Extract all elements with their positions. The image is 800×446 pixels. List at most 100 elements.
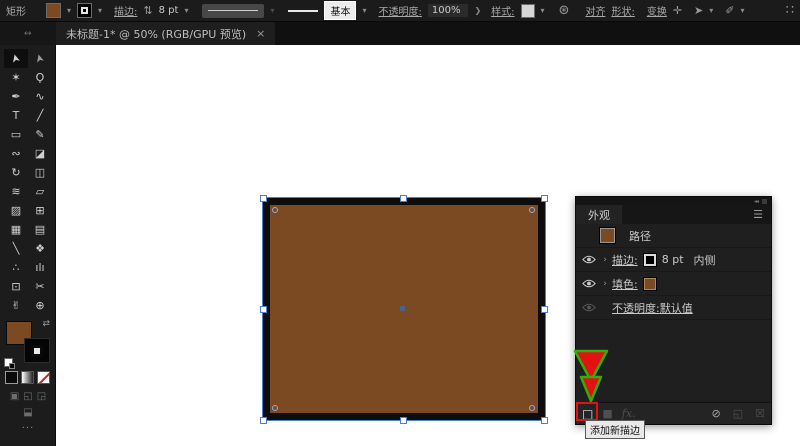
direct-selection-tool[interactable]: ➤	[28, 49, 52, 68]
stroke-weight-value[interactable]: 8 pt	[159, 5, 179, 16]
duplicate-item-button[interactable]: ◱	[733, 407, 743, 420]
hand-tool[interactable]: ✌	[4, 296, 28, 315]
workspace-grid-icon[interactable]: ∷	[786, 3, 794, 18]
artboard-tool[interactable]: ⊡	[4, 277, 28, 296]
panel-menu-icon[interactable]: ☰	[753, 208, 771, 221]
delete-item-button[interactable]: ☒	[755, 407, 765, 420]
selection-handle[interactable]	[541, 195, 548, 202]
selection-handle[interactable]	[541, 306, 548, 313]
line-segment-tool[interactable]: ╱	[28, 106, 52, 125]
zoom-tool[interactable]: ⊕	[28, 296, 52, 315]
visibility-eye-dim-icon[interactable]	[580, 303, 598, 312]
pencil-tool[interactable]: ∾	[4, 144, 28, 163]
stroke-row-label[interactable]: 描边:	[612, 252, 638, 268]
clear-appearance-button[interactable]: ⊘	[712, 407, 721, 420]
width-profile-dropdown[interactable]	[202, 4, 264, 18]
stroke-row-weight[interactable]: 8 pt	[662, 253, 684, 266]
tab-appearance[interactable]: 外观	[576, 205, 622, 224]
opacity-label[interactable]: 不透明度:	[378, 3, 421, 18]
add-new-fill-button[interactable]: ■	[602, 407, 612, 420]
live-corner-widget[interactable]	[272, 207, 278, 213]
shape-button[interactable]: 形状:	[611, 3, 634, 18]
recolor-artwork-icon[interactable]: ⊛	[559, 3, 570, 18]
edit-toolbar-icon[interactable]: ···	[0, 423, 56, 434]
brush-definition-dropdown[interactable]: 基本	[324, 1, 356, 20]
quick-options-chevron-icon[interactable]: ▾	[741, 6, 745, 15]
opacity-row-label[interactable]: 不透明度:	[612, 300, 660, 316]
stroke-row-swatch[interactable]	[644, 254, 656, 266]
live-corner-widget[interactable]	[529, 207, 535, 213]
style-label[interactable]: 样式:	[491, 3, 514, 18]
selection-handle[interactable]	[541, 417, 548, 424]
opacity-row-value[interactable]: 默认值	[660, 300, 693, 316]
slice-tool[interactable]: ✂	[28, 277, 52, 296]
gradient-tool[interactable]: ▤	[28, 220, 52, 239]
expand-chevron-icon[interactable]: ›	[598, 255, 612, 265]
eyedropper-tool[interactable]: ╲	[4, 239, 28, 258]
document-tab[interactable]: 未标题-1* @ 50% (RGB/GPU 预览) ×	[56, 22, 275, 45]
shape-builder-tool[interactable]: ▨	[4, 201, 28, 220]
appearance-row-opacity[interactable]: 不透明度: 默认值	[576, 296, 771, 320]
free-transform-tool[interactable]: ▱	[28, 182, 52, 201]
column-graph-tool[interactable]: ılı	[28, 258, 52, 277]
stroke-color-swatch[interactable]	[77, 3, 92, 18]
tab-close-icon[interactable]: ×	[256, 27, 265, 40]
style-chevron-icon[interactable]: ▾	[541, 6, 545, 15]
fill-color-swatch[interactable]	[46, 3, 61, 18]
draw-inside-icon[interactable]: ◲	[37, 391, 46, 402]
fill-row-label[interactable]: 填色:	[612, 276, 638, 292]
panel-collapse-icon[interactable]: ◂◂	[754, 198, 758, 205]
stroke-row-position[interactable]: 内侧	[694, 252, 716, 268]
appearance-row-fill[interactable]: › 填色:	[576, 272, 771, 296]
type-tool[interactable]: T	[4, 106, 28, 125]
selection-handle[interactable]	[260, 306, 267, 313]
opacity-input[interactable]: 100%	[428, 4, 469, 17]
selection-handle[interactable]	[400, 195, 407, 202]
expand-chevron-icon[interactable]: ›	[598, 279, 612, 289]
blend-tool[interactable]: ❖	[28, 239, 52, 258]
live-corner-widget[interactable]	[272, 405, 278, 411]
selection-handle[interactable]	[400, 417, 407, 424]
select-similar-chevron-icon[interactable]: ▾	[709, 6, 713, 15]
selection-handle[interactable]	[260, 195, 267, 202]
appearance-row-path[interactable]: 路径	[576, 224, 771, 248]
mesh-tool[interactable]: ▦	[4, 220, 28, 239]
fill-row-swatch[interactable]	[644, 278, 656, 290]
panel-close-icon[interactable]	[762, 199, 767, 204]
appearance-row-stroke[interactable]: › 描边: 8 pt 内侧	[576, 248, 771, 272]
selection-handle[interactable]	[260, 417, 267, 424]
quick-options-icon[interactable]: ✐	[725, 4, 734, 17]
brush-chevron-icon[interactable]: ▾	[362, 6, 366, 15]
width-tool[interactable]: ≋	[4, 182, 28, 201]
magic-wand-tool[interactable]: ✶	[4, 68, 28, 87]
width-profile-chevron-icon[interactable]: ▾	[270, 6, 274, 15]
color-button[interactable]	[5, 371, 18, 384]
paintbrush-tool[interactable]: ✎	[28, 125, 52, 144]
none-button[interactable]	[37, 371, 50, 384]
select-similar-icon[interactable]: ➤	[694, 4, 703, 17]
perspective-grid-tool[interactable]: ⊞	[28, 201, 52, 220]
stroke-weight-label[interactable]: 描边:	[114, 3, 137, 18]
visibility-eye-icon[interactable]	[580, 279, 598, 288]
stroke-stepper-icon[interactable]: ⇅	[143, 4, 152, 17]
lasso-tool[interactable]: Ϙ	[28, 68, 52, 87]
tab-overflow-icon[interactable]: ↔	[24, 29, 32, 39]
draw-behind-icon[interactable]: ◱	[23, 391, 32, 402]
stroke-chevron-icon[interactable]: ▾	[98, 6, 102, 15]
rectangle-tool[interactable]: ▭	[4, 125, 28, 144]
gradient-button[interactable]	[21, 371, 34, 384]
isolate-icon[interactable]: ✛	[673, 4, 682, 17]
symbol-sprayer-tool[interactable]: ∴	[4, 258, 28, 277]
add-effect-button[interactable]: fx.	[622, 407, 636, 420]
live-corner-widget[interactable]	[529, 405, 535, 411]
pen-tool[interactable]: ✒	[4, 87, 28, 106]
visibility-eye-icon[interactable]	[580, 255, 598, 264]
rotate-tool[interactable]: ↻	[4, 163, 28, 182]
selection-tool[interactable]: ➤	[4, 49, 28, 68]
screen-mode-icon[interactable]: ⬓	[0, 407, 56, 418]
stroke-proxy-swatch[interactable]	[24, 338, 50, 363]
reflect-tool[interactable]: ◫	[28, 163, 52, 182]
fill-chevron-icon[interactable]: ▾	[67, 6, 71, 15]
default-fill-stroke-icon[interactable]	[4, 358, 13, 367]
style-swatch[interactable]	[521, 4, 535, 18]
